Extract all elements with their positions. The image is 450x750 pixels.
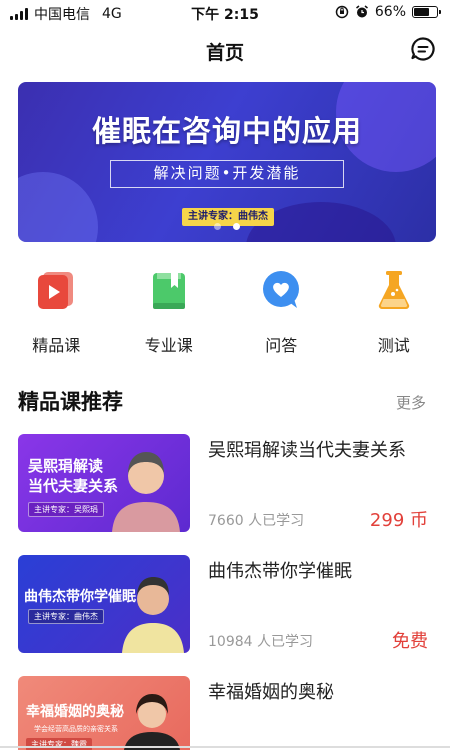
status-right: 66% [335, 4, 441, 20]
course-thumbnail[interactable]: 曲伟杰带你学催眠 主讲专家：曲伟杰 [18, 555, 190, 653]
course-thumbnail[interactable]: 幸福婚姻的奥秘 学会经营高品质的亲密关系 主讲专家：魏霞 [18, 676, 190, 750]
category-label: 测试 [377, 336, 410, 355]
category-zhuanyeke[interactable]: 专业课 [113, 266, 226, 356]
thumbnail-title: 吴熙琄解读 当代夫妻关系 [28, 457, 119, 495]
category-ceshi[interactable]: 测试 [338, 266, 450, 356]
thumbnail-title: 幸福婚姻的奥秘 [26, 704, 124, 720]
carousel-dots[interactable] [18, 223, 436, 230]
carousel-dot[interactable] [214, 223, 221, 230]
course-title: 幸福婚姻的奥秘 [208, 682, 334, 703]
video-play-icon [34, 268, 78, 312]
category-jingpinke[interactable]: 精品课 [0, 266, 113, 356]
expert-portrait [122, 577, 184, 653]
alarm-icon [355, 5, 369, 19]
category-wenda[interactable]: 问答 [225, 266, 338, 356]
course-title: 吴熙琄解读当代夫妻关系 [208, 440, 406, 461]
category-label: 专业课 [144, 336, 193, 355]
category-label: 问答 [265, 336, 298, 355]
thumbnail-tag: 主讲专家：吴熙琄 [28, 502, 104, 517]
bottom-edge [0, 746, 450, 748]
flask-icon [372, 268, 416, 312]
course-thumbnail[interactable]: 吴熙琄解读 当代夫妻关系 主讲专家：吴熙琄 [18, 434, 190, 532]
battery-percent: 66% [374, 4, 406, 20]
course-price: 免费 [392, 631, 428, 652]
course-item[interactable]: 曲伟杰带你学催眠 主讲专家：曲伟杰 曲伟杰带你学催眠 10984 人已学习 免费 [18, 555, 436, 655]
expert-portrait [124, 694, 180, 750]
banner-subtitle: 解决问题•开发潜能 [110, 160, 344, 188]
course-item[interactable]: 幸福婚姻的奥秘 学会经营高品质的亲密关系 主讲专家：魏霞 幸福婚姻的奥秘 [18, 676, 436, 750]
category-label: 精品课 [32, 336, 81, 355]
thumbnail-tag: 主讲专家：魏霞 [26, 738, 92, 750]
orientation-lock-icon [335, 5, 349, 19]
battery-fill [414, 8, 429, 16]
page-title: 首页 [205, 42, 244, 64]
carousel-dot-active[interactable] [233, 223, 240, 230]
heart-chat-icon [259, 268, 303, 312]
course-learners: 7660 人已学习 [208, 513, 305, 529]
banner-decoration [18, 172, 98, 242]
expert-portrait [112, 452, 180, 532]
category-nav: 精品课 专业课 问答 测试 [0, 266, 450, 356]
course-price: 299 币 [369, 510, 428, 531]
message-icon[interactable] [410, 36, 436, 62]
course-learners: 10984 人已学习 [208, 634, 313, 650]
promo-banner[interactable]: 催眠在咨询中的应用 解决问题•开发潜能 主讲专家：曲伟杰 [18, 82, 436, 242]
course-title: 曲伟杰带你学催眠 [208, 561, 352, 582]
thumbnail-tag: 主讲专家：曲伟杰 [28, 609, 104, 624]
book-icon [147, 268, 191, 312]
section-title: 精品课推荐 [18, 390, 123, 414]
nav-bar: 首页 [0, 26, 450, 74]
battery-icon [412, 6, 441, 18]
banner-title: 催眠在咨询中的应用 [91, 114, 362, 148]
more-link[interactable]: 更多 [396, 392, 426, 413]
thumbnail-subtitle: 学会经营高品质的亲密关系 [34, 725, 118, 733]
course-item[interactable]: 吴熙琄解读 当代夫妻关系 主讲专家：吴熙琄 吴熙琄解读当代夫妻关系 7660 人… [18, 434, 436, 534]
status-bar: 中国电信 4G 下午 2:15 66% [0, 0, 450, 26]
